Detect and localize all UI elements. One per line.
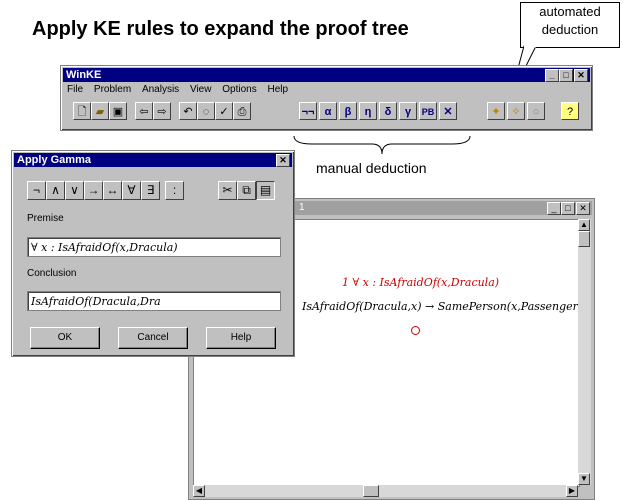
conclusion-field[interactable]: IsAfraidOf(Dracula,Dra	[27, 291, 281, 311]
proof-node-gamma-result[interactable]: IsAfraidOf(Dracula,x) → SamePerson(x,Pas…	[302, 300, 582, 313]
ok-button[interactable]: OK	[30, 327, 100, 349]
symbol-implies-button[interactable]: →	[84, 181, 103, 200]
rule-gamma-button[interactable]: γ	[399, 102, 417, 120]
horizontal-scroll-thumb[interactable]	[363, 485, 379, 497]
symbol-iff-button[interactable]: ↔	[103, 181, 122, 200]
winke-title: WinKE	[66, 69, 102, 81]
callout-line-2: deduction	[541, 22, 599, 37]
symbol-colon-button[interactable]: :	[165, 181, 184, 200]
close-icon[interactable]: ✕	[574, 69, 588, 82]
rule-pb-button[interactable]: PB	[419, 102, 437, 120]
dialog-close-icon[interactable]: ✕	[276, 154, 290, 167]
callout-line-1: automated	[539, 4, 601, 19]
doc-maximize-icon[interactable]: □	[561, 202, 575, 215]
menu-help[interactable]: Help	[264, 83, 293, 97]
symbol-not-button[interactable]: ¬	[27, 181, 46, 200]
help-button[interactable]: Help	[206, 327, 276, 349]
rule-delta-button[interactable]: δ	[379, 102, 397, 120]
horizontal-scrollbar[interactable]: ◀ ▶	[193, 485, 578, 497]
speech-bubble-icon[interactable]: ◌	[197, 102, 215, 120]
stop-icon[interactable]: ○	[527, 102, 545, 120]
copy-icon[interactable]: ⧉	[237, 181, 256, 200]
back-arrow-icon[interactable]: ⇦	[135, 102, 153, 120]
rule-beta-button[interactable]: β	[339, 102, 357, 120]
menu-view[interactable]: View	[186, 83, 216, 97]
manual-deduction-label: manual deduction	[316, 160, 427, 176]
auto-step-icon[interactable]: ✦	[487, 102, 505, 120]
scroll-down-icon[interactable]: ▼	[578, 473, 590, 485]
print-icon[interactable]: ⎙	[233, 102, 251, 120]
symbol-or-button[interactable]: ∨	[65, 181, 84, 200]
paste-icon[interactable]: ▤	[256, 181, 275, 200]
vertical-scrollbar[interactable]: ▲ ▼	[578, 219, 591, 485]
cut-icon[interactable]: ✂	[218, 181, 237, 200]
scroll-left-icon[interactable]: ◀	[193, 485, 205, 497]
scroll-up-icon[interactable]: ▲	[578, 219, 590, 231]
forward-arrow-icon[interactable]: ⇨	[153, 102, 171, 120]
menu-options[interactable]: Options	[218, 83, 260, 97]
proof-tree-title: 1	[299, 202, 305, 213]
winke-menubar: File Problem Analysis View Options Help	[63, 83, 590, 97]
winke-toolbar: 🗋 ▰ ▣ ⇦ ⇨ ↶ ◌ ✓ ⎙ ¬¬ α β η δ γ PB ✕ ✦ ✧ …	[63, 100, 590, 126]
winke-window: WinKE _ □ ✕ File Problem Analysis View O…	[60, 65, 593, 131]
vertical-scroll-thumb[interactable]	[578, 231, 590, 247]
premise-label: Premise	[27, 213, 64, 224]
conclusion-label: Conclusion	[27, 268, 77, 279]
doc-close-icon[interactable]: ✕	[576, 202, 590, 215]
menu-problem[interactable]: Problem	[90, 83, 135, 97]
cancel-button[interactable]: Cancel	[118, 327, 188, 349]
rule-alpha-button[interactable]: α	[319, 102, 337, 120]
premise-field[interactable]: ∀ x : IsAfraidOf(x,Dracula)	[27, 237, 281, 257]
maximize-icon[interactable]: □	[559, 69, 573, 82]
save-disk-icon[interactable]: ▣	[109, 102, 127, 120]
rule-close-branch-button[interactable]: ✕	[439, 102, 457, 120]
open-folder-icon[interactable]: ▰	[91, 102, 109, 120]
undo-icon[interactable]: ↶	[179, 102, 197, 120]
symbol-forall-button[interactable]: ∀	[122, 181, 141, 200]
scroll-right-icon[interactable]: ▶	[566, 485, 578, 497]
minimize-icon[interactable]: _	[545, 69, 559, 82]
symbol-exists-button[interactable]: ∃	[141, 181, 160, 200]
open-branch-marker[interactable]	[411, 326, 420, 335]
manual-deduction-brace	[293, 135, 471, 155]
rule-eta-button[interactable]: η	[359, 102, 377, 120]
apply-gamma-title: Apply Gamma	[17, 154, 91, 166]
page-heading: Apply KE rules to expand the proof tree	[32, 18, 409, 40]
proof-node-premise[interactable]: 1 ∀ x : IsAfraidOf(x,Dracula)	[342, 276, 499, 289]
rule-double-negation-button[interactable]: ¬¬	[299, 102, 317, 120]
winke-titlebar: WinKE _ □ ✕	[63, 68, 590, 82]
apply-gamma-titlebar: Apply Gamma ✕	[14, 153, 292, 167]
symbol-and-button[interactable]: ∧	[46, 181, 65, 200]
help-icon[interactable]: ?	[561, 102, 579, 120]
new-file-icon[interactable]: 🗋	[73, 102, 91, 120]
menu-file[interactable]: File	[63, 83, 87, 97]
apply-gamma-dialog: Apply Gamma ✕ ¬ ∧ ∨ → ↔ ∀ ∃ : ✂ ⧉ ▤ Prem…	[11, 150, 295, 357]
menu-analysis[interactable]: Analysis	[138, 83, 183, 97]
doc-minimize-icon[interactable]: _	[547, 202, 561, 215]
auto-run-icon[interactable]: ✧	[507, 102, 525, 120]
check-icon[interactable]: ✓	[215, 102, 233, 120]
